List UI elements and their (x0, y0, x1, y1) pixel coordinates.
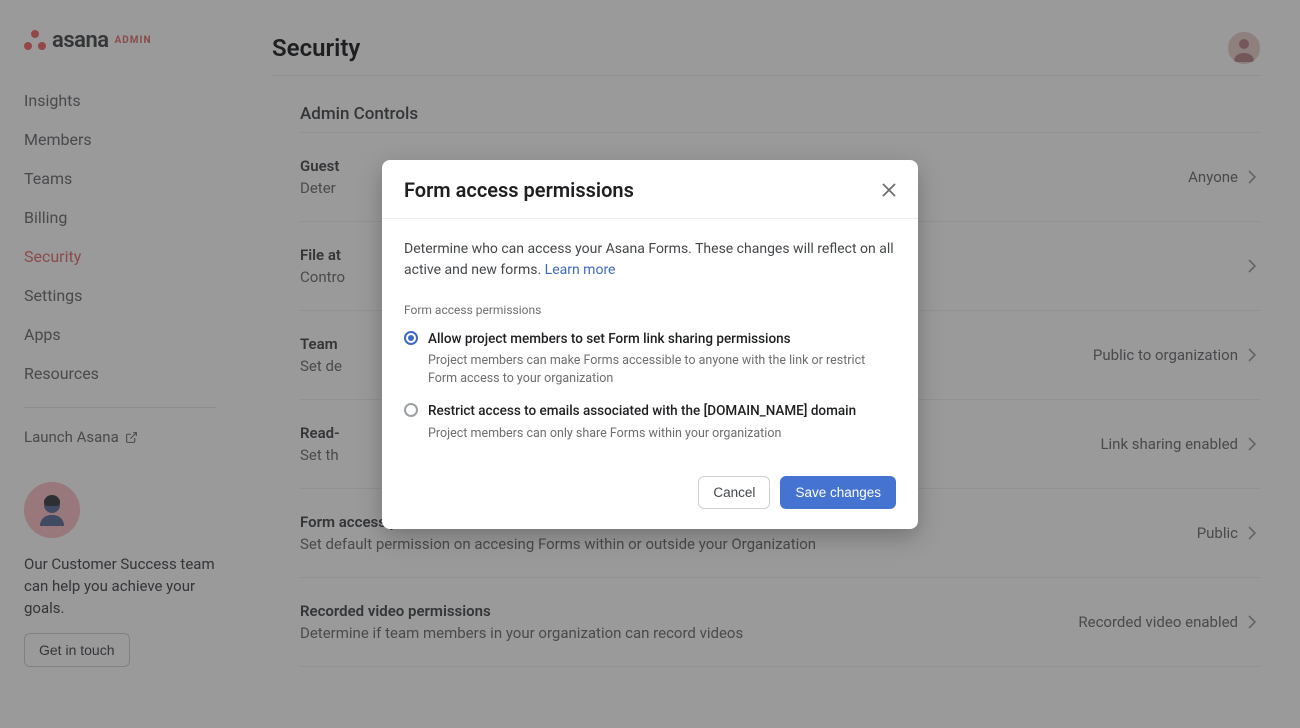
form-access-dialog: Form access permissions Determine who ca… (382, 160, 918, 529)
option-allow-members[interactable]: Allow project members to set Form link s… (404, 329, 896, 387)
radio-icon (404, 331, 418, 345)
option-label: Restrict access to emails associated wit… (428, 401, 856, 421)
dialog-subhead: Form access permissions (404, 301, 896, 319)
dialog-header: Form access permissions (382, 160, 918, 219)
learn-more-link[interactable]: Learn more (545, 262, 616, 278)
option-restrict-domain[interactable]: Restrict access to emails associated wit… (404, 401, 896, 442)
modal-overlay[interactable]: Form access permissions Determine who ca… (0, 0, 1300, 728)
dialog-body: Determine who can access your Asana Form… (382, 219, 918, 462)
dialog-description: Determine who can access your Asana Form… (404, 241, 894, 278)
cancel-button[interactable]: Cancel (698, 476, 770, 509)
save-button[interactable]: Save changes (780, 476, 896, 509)
radio-icon (404, 403, 418, 417)
close-button[interactable] (882, 183, 896, 197)
dialog-footer: Cancel Save changes (382, 462, 918, 529)
option-desc: Project members can make Forms accessibl… (428, 352, 896, 387)
close-icon (882, 183, 896, 197)
dialog-title: Form access permissions (404, 178, 634, 202)
option-label: Allow project members to set Form link s… (428, 329, 896, 349)
option-desc: Project members can only share Forms wit… (428, 425, 856, 443)
